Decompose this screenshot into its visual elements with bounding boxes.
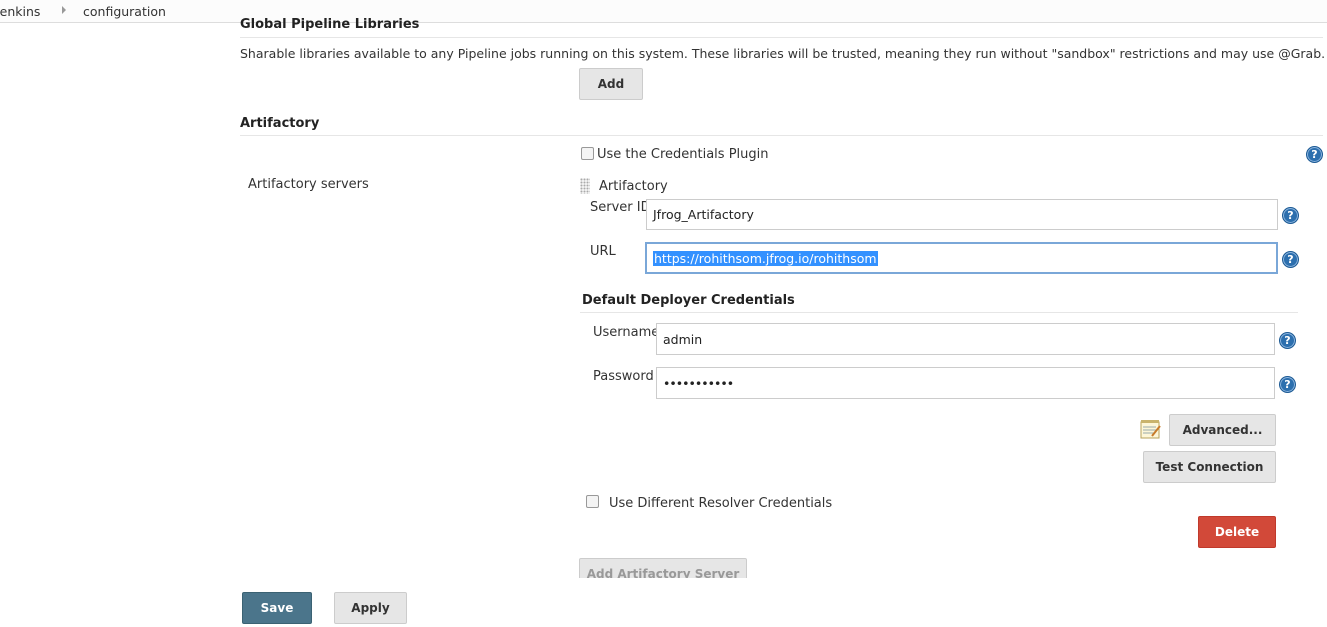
- server-id-input[interactable]: Jfrog_Artifactory: [646, 199, 1278, 230]
- save-button[interactable]: Save: [242, 592, 312, 624]
- breadcrumb-separator-icon: [62, 6, 66, 14]
- notepad-icon[interactable]: [1140, 419, 1162, 440]
- username-label: Username: [593, 325, 660, 340]
- section-divider: [240, 135, 1323, 136]
- url-input[interactable]: https://rohithsom.jfrog.io/rohithsom: [645, 242, 1278, 274]
- breadcrumb-item-jenkins[interactable]: Jenkins: [0, 4, 40, 19]
- artifactory-section-title: Artifactory: [240, 116, 320, 131]
- use-credentials-plugin-checkbox[interactable]: [581, 147, 594, 160]
- help-icon[interactable]: ?: [1282, 207, 1299, 224]
- url-label: URL: [590, 244, 616, 259]
- global-pipeline-libraries-description: Sharable libraries available to any Pipe…: [240, 46, 1326, 61]
- url-input-value: https://rohithsom.jfrog.io/rohithsom: [653, 250, 878, 266]
- test-connection-button[interactable]: Test Connection: [1143, 451, 1276, 483]
- global-pipeline-libraries-title: Global Pipeline Libraries: [240, 17, 420, 31]
- add-artifactory-server-button[interactable]: Add Artifactory Server: [579, 558, 747, 578]
- help-icon[interactable]: ?: [1306, 146, 1323, 163]
- server-id-label: Server ID: [590, 200, 651, 215]
- breadcrumb-bar: Jenkins configuration: [0, 0, 1327, 23]
- help-icon[interactable]: ?: [1279, 332, 1296, 349]
- delete-server-button[interactable]: Delete: [1198, 516, 1276, 548]
- artifactory-server-block-title: Artifactory: [599, 179, 668, 194]
- artifactory-servers-label: Artifactory servers: [248, 177, 369, 192]
- password-label: Password: [593, 369, 654, 384]
- breadcrumb-item-configuration[interactable]: configuration: [83, 4, 166, 19]
- bottom-sticky-bar: [0, 580, 1327, 627]
- help-icon[interactable]: ?: [1279, 376, 1296, 393]
- use-different-resolver-credentials-label: Use Different Resolver Credentials: [609, 496, 833, 511]
- default-deployer-credentials-title: Default Deployer Credentials: [582, 293, 795, 308]
- section-divider: [580, 312, 1298, 313]
- help-icon[interactable]: ?: [1282, 251, 1299, 268]
- use-different-resolver-credentials-checkbox[interactable]: [586, 495, 599, 508]
- username-input[interactable]: admin: [656, 323, 1275, 355]
- use-credentials-plugin-label: Use the Credentials Plugin: [597, 147, 769, 162]
- add-library-button[interactable]: Add: [579, 68, 643, 100]
- apply-button[interactable]: Apply: [334, 592, 407, 624]
- password-input[interactable]: •••••••••••: [656, 367, 1275, 399]
- advanced-button[interactable]: Advanced...: [1169, 414, 1276, 446]
- section-divider: [240, 37, 1323, 38]
- add-artifactory-server-wrapper: Add Artifactory Server: [579, 558, 747, 578]
- drag-handle-icon[interactable]: [580, 178, 590, 194]
